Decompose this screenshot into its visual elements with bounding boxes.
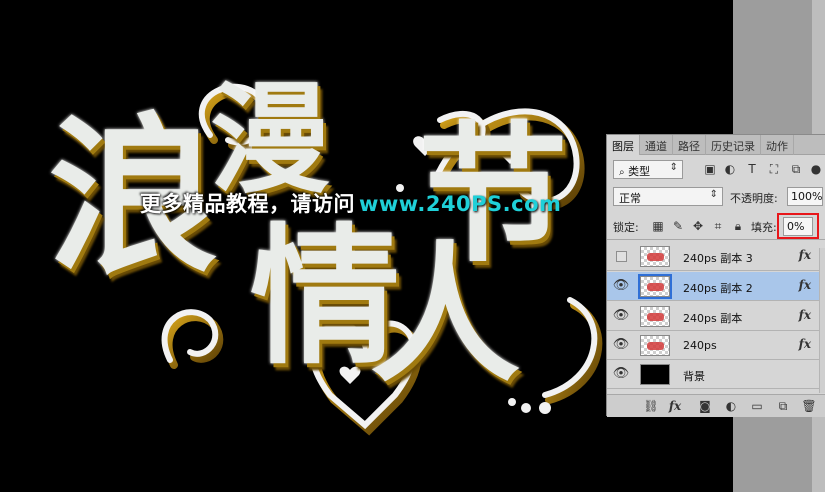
layer-thumbnail (640, 306, 670, 327)
filter-toggle-icon[interactable]: ● (809, 162, 823, 176)
layer-row-selected[interactable]: 👁︎ 240ps 副本 2 fx (607, 272, 819, 301)
visibility-toggle-off[interactable] (616, 251, 627, 262)
layers-panel: 图层 通道 路径 历史记录 动作 ⌕ 类型 ⇕ ▣ ◐ T ⛶ ⧉ ● 正常 ⇕… (606, 134, 825, 417)
eye-icon[interactable]: 👁︎ (611, 365, 631, 383)
blend-row: 正常 ⇕ 不透明度: 100% (607, 186, 825, 208)
glyph-man: 漫 (210, 69, 330, 210)
add-mask-icon[interactable]: ◙ (697, 398, 713, 414)
tab-actions[interactable]: 动作 (761, 135, 794, 155)
tab-history[interactable]: 历史记录 (706, 135, 761, 155)
blend-mode-select[interactable]: 正常 ⇕ (613, 187, 723, 206)
eye-icon[interactable]: 👁︎ (611, 277, 631, 295)
eye-icon[interactable]: 👁︎ (611, 307, 631, 325)
filter-kind-value: 类型 (628, 165, 651, 178)
layer-thumbnail (640, 246, 670, 267)
layer-name[interactable]: 240ps 副本 (683, 310, 742, 326)
tab-paths[interactable]: 路径 (673, 135, 706, 155)
search-icon: ⌕ (619, 167, 625, 178)
trash-icon[interactable]: 🗑︎ (801, 398, 817, 414)
adjustment-layer-icon[interactable]: ◐ (723, 398, 739, 414)
adjustment-filter-icon[interactable]: ◐ (723, 162, 737, 176)
tab-channels[interactable]: 通道 (640, 135, 673, 155)
layer-name[interactable]: 240ps 副本 3 (683, 250, 753, 266)
fill-highlight-box (777, 213, 819, 239)
fill-label: 填充: (751, 221, 777, 234)
lock-pixels-brush-icon[interactable]: ✎ (671, 219, 685, 233)
artboard-icon[interactable]: ⌗ (711, 219, 725, 233)
lock-transparency-icon[interactable]: ▦ (651, 219, 665, 233)
eye-icon[interactable]: 👁︎ (611, 336, 631, 354)
new-group-folder-icon[interactable]: ▭ (749, 398, 765, 414)
watermark-url: www.240PS.com (359, 192, 562, 216)
shape-filter-icon[interactable]: ⛶ (767, 162, 781, 176)
layer-thumbnail (640, 335, 670, 356)
layer-thumbnail (638, 274, 672, 299)
layer-name[interactable]: 背景 (683, 368, 705, 384)
updown-icon: ⇕ (669, 162, 678, 173)
layer-row[interactable]: 240ps 副本 3 fx (607, 242, 819, 271)
layer-effects-icon[interactable]: fx (799, 308, 811, 322)
opacity-field[interactable]: 100% (787, 187, 823, 206)
layer-thumbnail (640, 364, 670, 385)
chevron-down-icon: ⇕ (709, 189, 718, 200)
blend-mode-value: 正常 (619, 192, 641, 205)
watermark: 更多精品教程，请访问 www.240PS.com (140, 188, 561, 218)
smart-object-filter-icon[interactable]: ⧉ (789, 162, 803, 176)
lock-all-icon[interactable]: 🔒︎ (731, 219, 745, 233)
tab-layers[interactable]: 图层 (607, 135, 640, 155)
layer-row[interactable]: 👁︎ 240ps 副本 fx (607, 302, 819, 331)
lock-position-move-icon[interactable]: ✥ (691, 219, 705, 233)
panel-tabs: 图层 通道 路径 历史记录 动作 (607, 135, 825, 155)
filter-kind-select[interactable]: ⌕ 类型 ⇕ (613, 160, 683, 179)
layers-bottom-bar: ⛓ fx ◙ ◐ ▭ ⧉ 🗑︎ (607, 394, 825, 417)
new-layer-icon[interactable]: ⧉ (775, 398, 791, 414)
pixel-filter-icon[interactable]: ▣ (703, 162, 717, 176)
lock-label: 锁定: (613, 221, 639, 234)
add-layer-style-icon[interactable]: fx (667, 398, 683, 414)
layer-name[interactable]: 240ps (683, 339, 717, 352)
layer-row-background[interactable]: 👁︎ 背景 (607, 360, 819, 389)
watermark-text: 更多精品教程，请访问 (140, 192, 355, 216)
opacity-label: 不透明度: (730, 192, 778, 205)
layer-effects-icon[interactable]: fx (799, 248, 811, 262)
layer-name[interactable]: 240ps 副本 2 (683, 280, 753, 296)
layer-row[interactable]: 👁︎ 240ps fx (607, 331, 819, 360)
link-layers-icon[interactable]: ⛓ (643, 398, 659, 414)
layer-effects-icon[interactable]: fx (799, 278, 811, 292)
layer-effects-icon[interactable]: fx (799, 337, 811, 351)
layers-scrollbar[interactable] (819, 248, 825, 393)
type-filter-icon[interactable]: T (745, 162, 759, 176)
